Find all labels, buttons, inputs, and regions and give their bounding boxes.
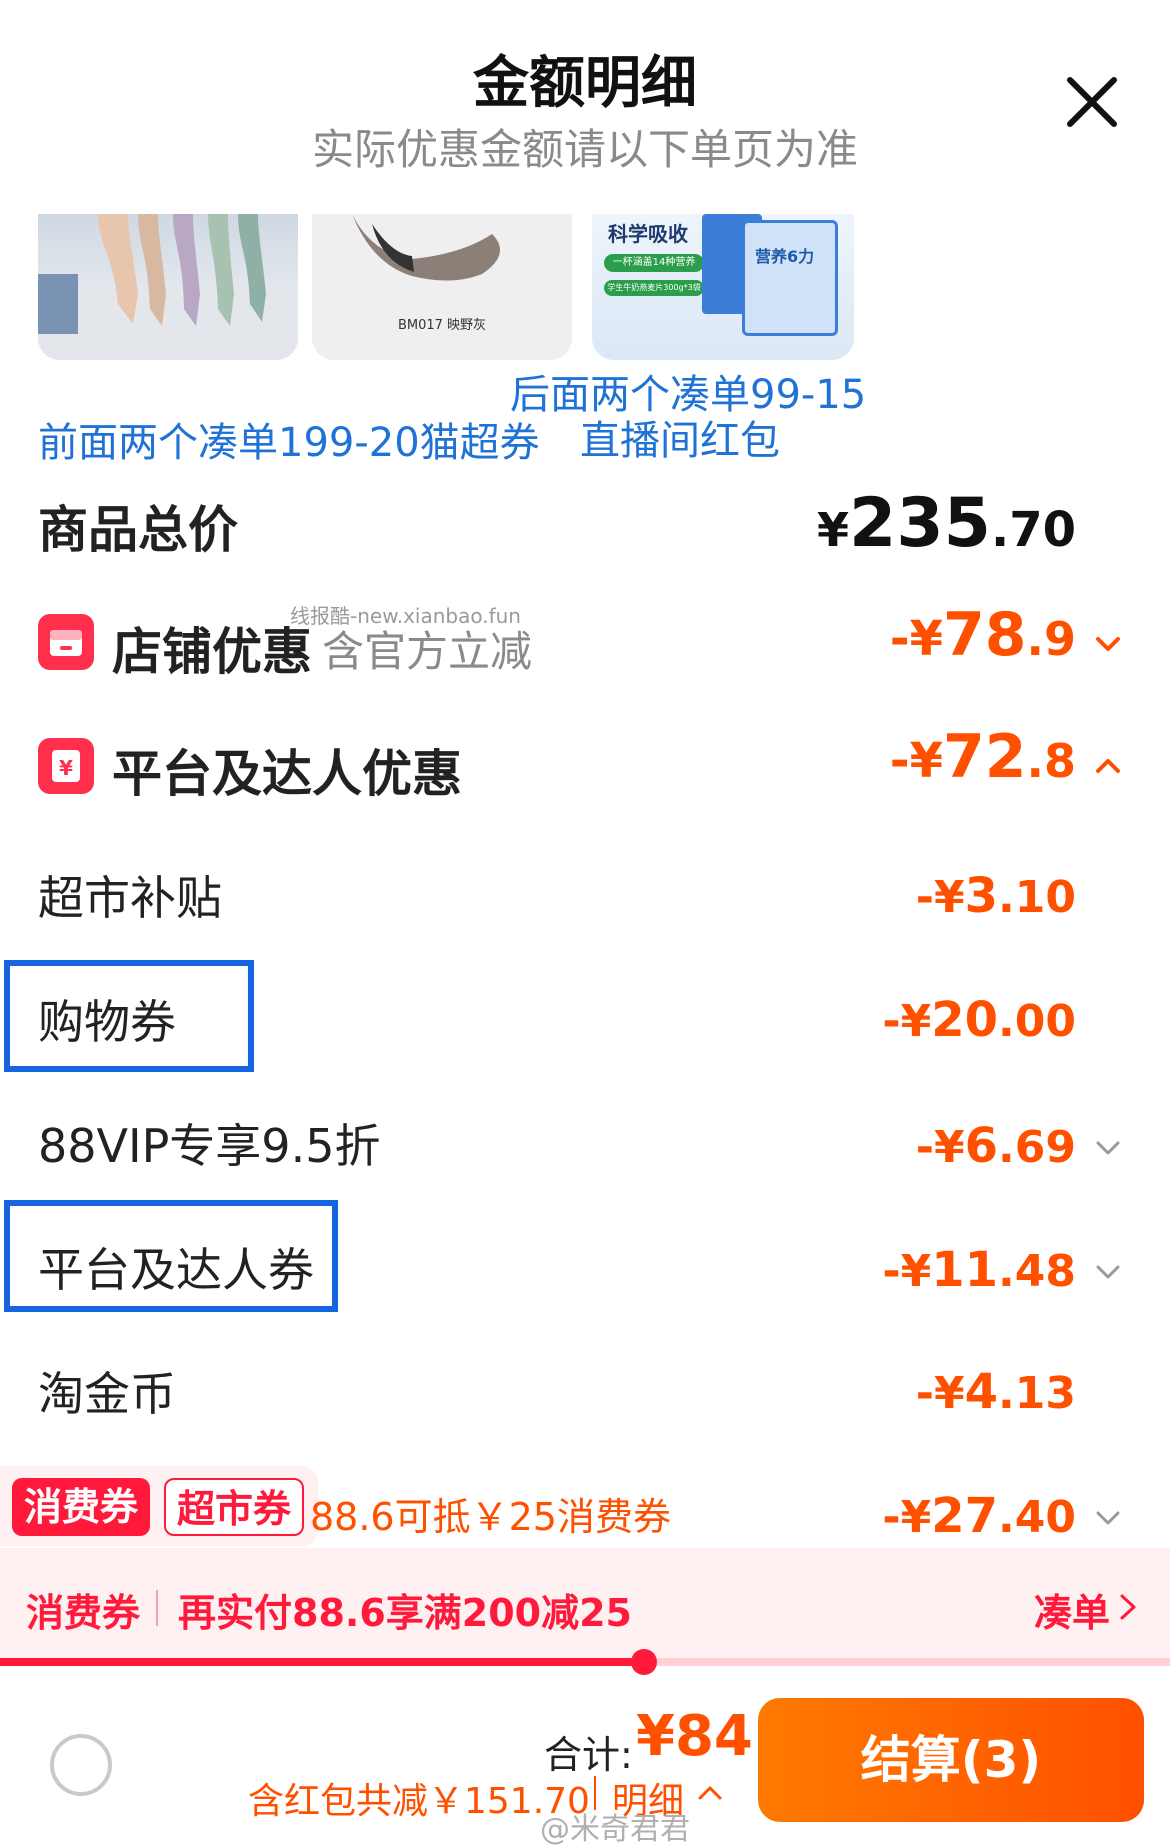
checkout-button[interactable]: 结算(3) <box>758 1698 1144 1822</box>
amount-decimal: .00 <box>998 996 1076 1047</box>
icon-text: ¥ <box>59 756 73 780</box>
platform-coupon-icon: ¥ <box>38 738 94 794</box>
consumer-coupon-tag: 消费券 <box>12 1478 150 1536</box>
product-caption-pill: 一杯涵盖14种营养 <box>604 254 704 272</box>
amount-integer: 6 <box>964 1118 999 1174</box>
amount-decimal: .40 <box>998 1492 1076 1543</box>
amount-sign: -¥ <box>882 1246 932 1297</box>
add-items-button[interactable]: 凑单 <box>1034 1582 1110 1637</box>
product-pack-2: 营养6力 <box>742 220 838 336</box>
amount-integer: 11 <box>931 1242 999 1298</box>
chevron-up-icon[interactable] <box>694 1778 726 1806</box>
product-caption-pill-2: 学生牛奶燕麦片300g*3袋 <box>604 280 704 296</box>
item-amount-88vip[interactable]: -¥6.69 <box>916 1118 1076 1174</box>
amount-decimal: .48 <box>998 1246 1076 1297</box>
item-label-supermarket-subsidy: 超市补贴 <box>38 871 222 925</box>
annotation-right-2: 直播间红包 <box>580 418 780 464</box>
amount-sign: -¥ <box>889 733 944 789</box>
watermark-bottom: @米奇君君 <box>540 1812 690 1847</box>
item-label-platform-coupon: 平台及达人券 <box>38 1243 314 1297</box>
item-label-shopping-coupon: 购物券 <box>38 995 176 1049</box>
product-image-hangers[interactable] <box>38 214 298 360</box>
total-integer: 235 <box>849 484 991 563</box>
shop-icon <box>38 614 94 670</box>
amount-decimal: .8 <box>1026 734 1076 788</box>
chevron-down-icon[interactable] <box>1090 1500 1126 1536</box>
coupon-row-text: 88.6可抵￥25消费券 <box>310 1495 671 1539</box>
item-label-taobao-coins: 淘金币 <box>38 1367 176 1421</box>
amount-sign: -¥ <box>915 1368 965 1419</box>
amount-integer: 72 <box>943 722 1027 792</box>
progress-fill <box>0 1658 644 1666</box>
item-amount-platform-coupon[interactable]: -¥11.48 <box>882 1242 1076 1298</box>
total-decimal: .70 <box>990 502 1076 558</box>
chevron-right-icon[interactable] <box>1116 1590 1140 1624</box>
product-caption-title: 科学吸收 <box>608 222 688 246</box>
chevron-down-icon[interactable] <box>1090 1254 1126 1290</box>
select-all-radio[interactable] <box>50 1734 112 1796</box>
product-image-oatmeal[interactable]: 科学吸收 一杯涵盖14种营养 学生牛奶燕麦片300g*3袋 营养6力 <box>592 214 854 360</box>
saving-text: 含红包共减￥151.70 <box>248 1781 590 1822</box>
chevron-down-icon[interactable] <box>1090 626 1126 662</box>
page-title: 金额明细 <box>473 51 697 116</box>
product-pack-label: 营养6力 <box>755 247 815 266</box>
item-label-88vip: 88VIP专享9.5折 <box>38 1119 381 1173</box>
product-caption: BM017 映野灰 <box>397 318 487 333</box>
shop-discount-amount[interactable]: -¥78.9 <box>890 600 1076 670</box>
amount-integer: 78 <box>943 600 1027 670</box>
shop-discount-label: 店铺优惠 <box>112 623 312 681</box>
supermarket-coupon-tag: 超市券 <box>164 1478 304 1536</box>
page-subtitle: 实际优惠金额请以下单页为准 <box>311 125 858 174</box>
shop-discount-note: 含官方立减 <box>322 627 533 676</box>
amount-integer: 27 <box>931 1488 999 1544</box>
item-amount-taobao-coins: -¥4.13 <box>916 1364 1076 1420</box>
total-label: 商品总价 <box>38 501 238 559</box>
close-icon[interactable] <box>1062 72 1122 132</box>
amount-integer: 4 <box>964 1364 999 1420</box>
chevron-down-icon[interactable] <box>1090 1130 1126 1166</box>
hat-illustration <box>352 214 500 281</box>
total-label-bottom: 合计: <box>544 1733 633 1777</box>
amount-sign: -¥ <box>915 1122 965 1173</box>
amount-sign: -¥ <box>882 996 932 1047</box>
platform-discount-amount[interactable]: -¥72.8 <box>890 722 1076 792</box>
total-price: ¥235.70 <box>817 484 1076 563</box>
annotation-left: 前面两个凑单199-20猫超券 <box>38 420 540 466</box>
chevron-up-icon[interactable] <box>1090 748 1126 784</box>
total-value-bottom: ¥84 <box>636 1704 753 1769</box>
hangers-illustration <box>38 214 298 360</box>
coupon-bar-text: 再实付88.6享满200减25 <box>178 1591 632 1635</box>
amount-decimal: .69 <box>998 1122 1076 1173</box>
amount-sign: -¥ <box>889 611 944 667</box>
product-image-hat[interactable]: BM017 映野灰 <box>312 214 572 360</box>
amount-sign: -¥ <box>915 872 965 923</box>
divider <box>156 1590 158 1626</box>
progress-knob <box>630 1649 657 1675</box>
amount-sign: -¥ <box>882 1492 932 1543</box>
amount-integer: 3 <box>964 868 999 924</box>
amount-decimal: .13 <box>998 1368 1076 1419</box>
amount-decimal: .10 <box>998 872 1076 923</box>
amount-decimal: .9 <box>1026 612 1076 666</box>
coupon-row-amount[interactable]: -¥27.40 <box>882 1488 1076 1544</box>
platform-discount-label: 平台及达人优惠 <box>112 745 462 803</box>
item-amount-shopping-coupon: -¥20.00 <box>882 992 1076 1048</box>
coupon-bar-tag: 消费券 <box>26 1591 141 1635</box>
item-amount-supermarket-subsidy: -¥3.10 <box>916 868 1076 924</box>
total-currency: ¥ <box>817 503 850 557</box>
amount-integer: 20 <box>931 992 999 1048</box>
